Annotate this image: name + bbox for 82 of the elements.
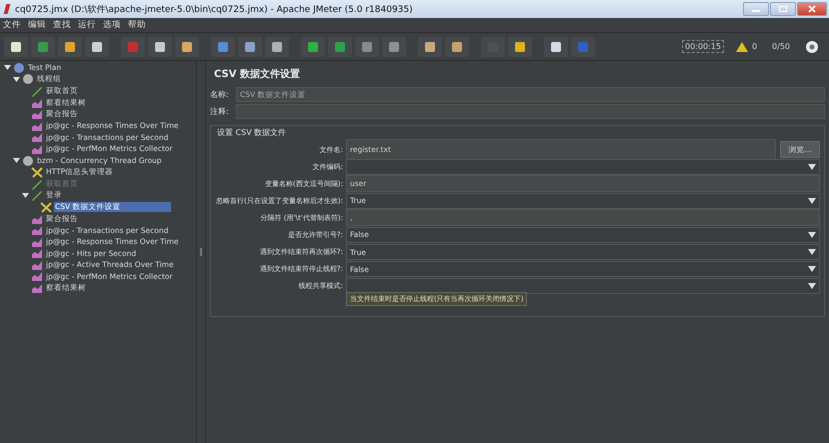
warning-icon[interactable]	[734, 40, 749, 52]
toolbar-icon	[63, 40, 77, 54]
tree-node-icon	[22, 154, 34, 167]
close-icon	[807, 5, 817, 13]
panel-title: CSV 数据文件设置	[213, 68, 301, 82]
tree-node-icon	[31, 178, 43, 190]
toolbar-button[interactable]	[238, 36, 262, 56]
toolbar-button[interactable]	[418, 36, 442, 56]
expand-arrow-icon[interactable]	[22, 192, 29, 199]
maximize-button[interactable]	[770, 2, 796, 16]
tree-node-icon	[22, 73, 34, 86]
tree-node-icon	[31, 96, 43, 109]
toolbar-icon	[333, 40, 347, 54]
toolbar-icon	[126, 40, 140, 54]
toolbar-icon	[270, 40, 284, 54]
toolbar-icon	[90, 40, 104, 54]
toolbar-icon	[180, 40, 194, 54]
toolbar-button[interactable]	[445, 36, 469, 56]
name-label: 名称:	[210, 89, 230, 100]
toolbar-button[interactable]	[265, 36, 289, 56]
toolbar-button[interactable]	[508, 36, 532, 56]
toolbar-icon	[549, 40, 563, 54]
caret-icon	[808, 162, 816, 171]
warning-count: 0	[752, 42, 758, 51]
tree-node-icon	[31, 189, 43, 202]
toolbar-button[interactable]	[544, 36, 568, 56]
toolbar-icon	[216, 40, 230, 54]
tree-node-icon	[31, 282, 43, 294]
toolbar-button[interactable]	[382, 36, 406, 56]
close-button[interactable]	[797, 2, 827, 16]
toolbar-icon	[243, 40, 257, 54]
toolbar-button[interactable]	[58, 36, 82, 56]
status-icon[interactable]	[805, 40, 819, 54]
toolbar-icon	[153, 40, 167, 54]
elapsed-time: 00:00:15	[682, 40, 724, 53]
toolbar-icon	[423, 40, 437, 54]
menu-item[interactable]: 编辑	[28, 19, 46, 31]
expand-arrow-icon[interactable]	[4, 64, 11, 72]
tree-node-icon	[31, 120, 43, 132]
app-icon	[4, 4, 10, 14]
tree-node-icon	[13, 62, 25, 74]
toolbar-icon	[513, 40, 527, 54]
tree-node-icon	[31, 224, 43, 236]
toolbar-button[interactable]	[301, 36, 325, 56]
tree-node-icon	[40, 200, 52, 213]
toolbar-button[interactable]	[4, 36, 28, 56]
thread-count: 0/50	[772, 42, 790, 51]
comment-label: 注释:	[210, 106, 230, 117]
tree-node-icon	[31, 258, 43, 271]
menu-item[interactable]: 帮助	[128, 19, 146, 31]
section-title: 设置 CSV 数据文件	[217, 127, 288, 138]
tree-node-icon	[31, 84, 43, 97]
toolbar-button[interactable]	[148, 36, 172, 56]
toolbar-icon	[36, 40, 50, 54]
menu-item[interactable]: 查找	[53, 19, 71, 31]
caret-icon	[808, 196, 816, 205]
menu-item[interactable]: 选项	[103, 19, 121, 31]
toolbar-icon	[450, 40, 464, 54]
caret-icon	[808, 230, 816, 239]
toolbar-button[interactable]	[175, 36, 199, 56]
toolbar-icon	[360, 40, 374, 54]
toolbar-icon	[387, 40, 401, 54]
menu-item[interactable]: 文件	[3, 19, 21, 31]
tree-node-icon	[31, 166, 43, 178]
toolbar-icon	[306, 40, 320, 54]
tree-node-icon	[31, 212, 43, 225]
window-title: cq0725.jmx (D:\软件\apache-jmeter-5.0\bin\cq0725.jmx) - Apache JMeter (5.0 r1840935)	[15, 4, 414, 16]
tree-node-icon	[31, 270, 43, 282]
menu-item[interactable]: 运行	[78, 19, 96, 31]
comment-field[interactable]	[236, 104, 825, 119]
expand-arrow-icon[interactable]	[13, 157, 20, 164]
toolbar-icon	[9, 40, 23, 54]
tree-node-icon	[31, 247, 43, 260]
toolbar-icon	[576, 40, 590, 54]
tree-node-icon	[31, 142, 43, 155]
expand-arrow-icon[interactable]	[13, 76, 20, 83]
tree-node-icon	[31, 131, 43, 144]
tree-node-icon	[31, 236, 43, 248]
tree-node-icon	[31, 108, 43, 120]
restore-icon	[778, 5, 788, 13]
minimize-button[interactable]	[743, 2, 769, 16]
toolbar-button[interactable]	[85, 36, 109, 56]
